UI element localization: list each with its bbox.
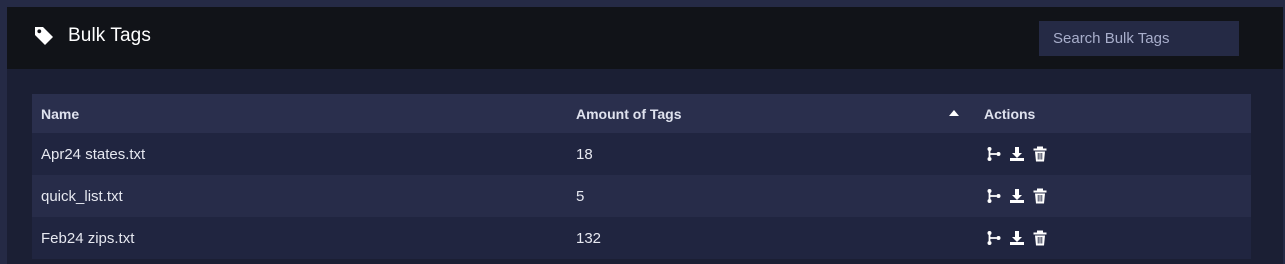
table-row: quick_list.txt 5 <box>32 175 1251 217</box>
download-icon[interactable] <box>1009 230 1025 246</box>
column-header-amount[interactable]: Amount of Tags <box>567 94 975 133</box>
column-header-name[interactable]: Name <box>32 94 567 133</box>
table-row: Feb24 zips.txt 132 <box>32 217 1251 259</box>
search-input[interactable] <box>1039 21 1239 56</box>
row-actions <box>975 133 1251 175</box>
download-icon[interactable] <box>1009 188 1025 204</box>
title-group: Bulk Tags <box>33 25 151 47</box>
table-row: Apr24 states.txt 18 <box>32 133 1251 175</box>
branch-icon[interactable] <box>986 188 1002 204</box>
row-actions <box>975 217 1251 259</box>
sort-ascending-icon[interactable] <box>949 110 959 116</box>
table-header-row: Name Amount of Tags Actions <box>32 94 1251 133</box>
row-actions <box>975 175 1251 217</box>
trash-icon[interactable] <box>1032 230 1048 246</box>
download-icon[interactable] <box>1009 146 1025 162</box>
row-name: Feb24 zips.txt <box>32 217 567 259</box>
bulk-tags-table-wrap: Name Amount of Tags Actions Apr24 states… <box>32 94 1251 259</box>
trash-icon[interactable] <box>1032 188 1048 204</box>
trash-icon[interactable] <box>1032 146 1048 162</box>
row-amount: 132 <box>567 217 975 259</box>
branch-icon[interactable] <box>986 146 1002 162</box>
page-title: Bulk Tags <box>68 25 151 46</box>
row-name: Apr24 states.txt <box>32 133 567 175</box>
row-amount: 18 <box>567 133 975 175</box>
branch-icon[interactable] <box>986 230 1002 246</box>
bulk-tags-panel: Bulk Tags Name Amount of Tags Actions <box>7 7 1283 264</box>
tag-icon <box>33 25 55 47</box>
row-name: quick_list.txt <box>32 175 567 217</box>
bulk-tags-table: Name Amount of Tags Actions Apr24 states… <box>32 94 1251 259</box>
column-header-amount-label: Amount of Tags <box>576 105 682 122</box>
column-header-actions: Actions <box>975 94 1251 133</box>
panel-header: Bulk Tags <box>7 7 1283 69</box>
row-amount: 5 <box>567 175 975 217</box>
